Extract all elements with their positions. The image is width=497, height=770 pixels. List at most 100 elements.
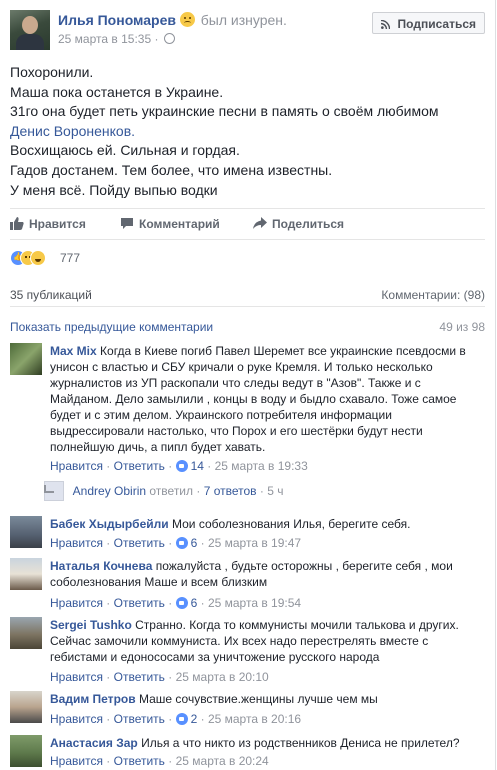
- post-timestamp[interactable]: 25 марта в 15:35 ·: [58, 32, 158, 46]
- author-line: Илья Пономарев был изнурен.: [58, 12, 287, 28]
- post-line: Гадов достанем. Тем более, что имена изв…: [10, 161, 333, 178]
- comment-reply-link[interactable]: Ответить: [114, 459, 165, 473]
- reply-separator: ·: [259, 484, 264, 498]
- comment-time[interactable]: 25 марта в 19:47: [208, 536, 301, 550]
- commenter-name[interactable]: Наталья Кочнева: [50, 559, 152, 573]
- comment-label: Комментарий: [139, 217, 220, 231]
- post-body: Похоронили. Маша пока останется в Украин…: [10, 63, 439, 200]
- feeling-text: был изнурен.: [200, 12, 287, 28]
- commenter-name[interactable]: Бабек Хыдырбейли: [50, 517, 169, 531]
- comment-like-count[interactable]: 6: [191, 596, 198, 610]
- comments-pager-count: 49 из 98: [439, 320, 485, 334]
- comment-reply-link[interactable]: Ответить: [114, 536, 165, 550]
- shares-count[interactable]: 35 публикаций: [10, 288, 92, 302]
- show-previous-comments-link[interactable]: Показать предыдущие комментарии: [10, 320, 213, 334]
- comment-button[interactable]: Комментарий: [120, 217, 220, 231]
- subscribe-label: Подписаться: [397, 17, 476, 31]
- comment-reply-link[interactable]: Ответить: [114, 754, 165, 768]
- comment-like-link[interactable]: Нравится: [50, 459, 103, 473]
- comment-like-link[interactable]: Нравится: [50, 670, 103, 684]
- commenter-avatar[interactable]: [10, 343, 42, 375]
- author-avatar[interactable]: [10, 10, 50, 50]
- thumbs-up-icon: [10, 217, 24, 230]
- previous-comments-row: Показать предыдущие комментарии 49 из 98: [10, 320, 485, 334]
- comment-text: Мои соболезнования Илья, берегите себя.: [171, 517, 411, 531]
- post-header: Илья Пономарев был изнурен. 25 марта в 1…: [10, 10, 485, 52]
- rss-icon: [381, 20, 391, 29]
- comment-time[interactable]: 25 марта в 20:16: [208, 712, 301, 726]
- reply-verb: ответил: [149, 484, 194, 498]
- post-card: Илья Пономарев был изнурен. 25 марта в 1…: [0, 0, 496, 770]
- like-badge-icon: [175, 537, 188, 549]
- share-button[interactable]: Поделиться: [253, 217, 344, 231]
- comment-time[interactable]: 25 марта в 19:54: [208, 596, 301, 610]
- comments-count[interactable]: Комментарии: (98): [381, 288, 485, 302]
- replier-name[interactable]: Andrey Obirin: [73, 484, 146, 498]
- like-button[interactable]: Нравится: [10, 217, 86, 231]
- comment-body: Max Mix Когда в Киеве погиб Павел Шереме…: [50, 343, 481, 455]
- comment-like-link[interactable]: Нравится: [50, 536, 103, 550]
- comment-time[interactable]: 25 марта в 20:24: [176, 754, 269, 768]
- commenter-name[interactable]: Max Mix: [50, 344, 97, 358]
- commenter-name[interactable]: Sergei Tushko: [50, 618, 132, 632]
- tagged-person-link[interactable]: Денис Вороненков.: [10, 122, 439, 142]
- comment-time[interactable]: 25 марта в 20:10: [176, 670, 269, 684]
- commenter-avatar[interactable]: [10, 617, 42, 649]
- like-badge-icon: [175, 597, 188, 609]
- share-icon: [253, 217, 267, 229]
- post-meta: 25 марта в 15:35 ·: [58, 32, 175, 46]
- reply-arrow-icon: [44, 485, 54, 493]
- commenter-name[interactable]: Анастасия Зар: [50, 736, 138, 750]
- commenter-avatar[interactable]: [10, 735, 42, 767]
- comment-meta: Нравится · Ответить · 25 марта в 20:10: [50, 670, 269, 684]
- author-name[interactable]: Илья Пономарев: [58, 12, 176, 28]
- post-line: 31го она будет петь украинские песни в п…: [10, 103, 439, 120]
- comment-meta: Нравится · Ответить · 6 · 25 марта в 19:…: [50, 596, 302, 610]
- comment-body: Наталья Кочнева пожалуйста , будьте осто…: [50, 558, 481, 590]
- comment-meta: Нравится · Ответить · 2 · 25 марта в 20:…: [50, 712, 302, 726]
- commenter-avatar[interactable]: [10, 691, 42, 723]
- comment-like-link[interactable]: Нравится: [50, 754, 103, 768]
- reply-separator: ·: [196, 484, 201, 498]
- comment-reply-link[interactable]: Ответить: [114, 712, 165, 726]
- commenter-avatar[interactable]: [10, 558, 42, 590]
- reply-count[interactable]: 7 ответов: [204, 484, 257, 498]
- post-actions: Нравится Комментарий Поделиться: [10, 208, 485, 240]
- share-label: Поделиться: [272, 217, 345, 231]
- commenter-name[interactable]: Вадим Петров: [50, 692, 136, 706]
- comment-time[interactable]: 25 марта в 19:33: [215, 459, 308, 473]
- comment-body: Анастасия Зар Илья а что никто из родств…: [50, 735, 481, 751]
- comment-like-count[interactable]: 6: [191, 536, 198, 550]
- like-label: Нравится: [29, 217, 86, 231]
- comment-meta: Нравится · Ответить · 25 марта в 20:24: [50, 754, 269, 768]
- comment-like-link[interactable]: Нравится: [50, 596, 103, 610]
- comment-meta: Нравится · Ответить · 6 · 25 марта в 19:…: [50, 536, 302, 550]
- replies-summary[interactable]: Andrey Obirin ответил · 7 ответов · 5 ч: [30, 481, 284, 501]
- subscribe-button[interactable]: Подписаться: [372, 12, 485, 34]
- comment-meta: Нравится · Ответить · 14 · 25 марта в 19…: [50, 459, 308, 473]
- post-line: У меня всё. Пойду выпью водки: [10, 181, 218, 198]
- like-badge-icon: [175, 713, 188, 725]
- globe-icon: [163, 33, 175, 44]
- comment-text: Маше сочувствие.женщины лучше чем мы: [138, 692, 378, 706]
- like-badge-icon: [175, 460, 188, 472]
- comment-like-count[interactable]: 2: [191, 712, 198, 726]
- post-line: Похоронили.: [10, 64, 94, 80]
- comment-body: Бабек Хыдырбейли Мои соболезнования Илья…: [50, 516, 481, 532]
- comment-icon: [121, 218, 133, 229]
- post-line: Маша пока останется в Украине.: [10, 83, 224, 100]
- comment-text: Когда в Киеве погиб Павел Шеремет все ук…: [50, 344, 466, 454]
- post-line: Восхищаюсь ей. Сильная и гордая.: [10, 142, 240, 159]
- post-stats: 35 публикаций Комментарии: (98): [10, 282, 485, 307]
- feeling-emoji-icon: [179, 12, 195, 27]
- comment-like-link[interactable]: Нравится: [50, 712, 103, 726]
- comment-reply-link[interactable]: Ответить: [114, 670, 165, 684]
- comment-text: Илья а что никто из родственников Дениса…: [141, 736, 460, 750]
- commenter-avatar[interactable]: [10, 516, 42, 548]
- comment-reply-link[interactable]: Ответить: [114, 596, 165, 610]
- comment-like-count[interactable]: 14: [191, 459, 204, 473]
- reply-time: 5 ч: [267, 484, 284, 498]
- comment-body: Sergei Tushko Странно. Когда то коммунис…: [50, 617, 481, 665]
- haha-reaction-icon: [30, 250, 46, 266]
- reaction-count: 777: [60, 251, 81, 265]
